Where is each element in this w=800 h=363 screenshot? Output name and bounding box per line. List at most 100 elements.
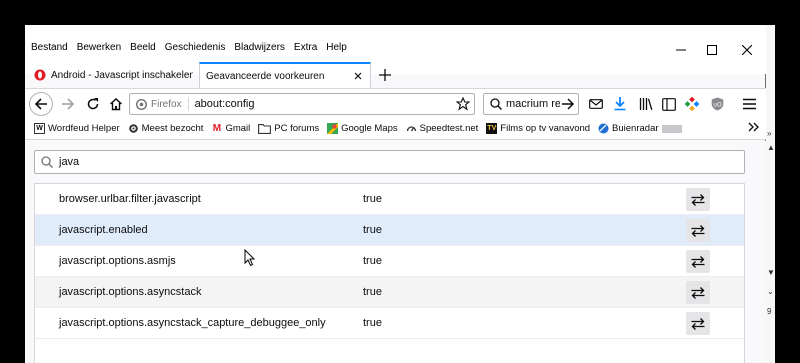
preference-search-field[interactable]: java — [34, 150, 745, 174]
bookmark-label: Gmail — [225, 123, 251, 134]
forward-button[interactable] — [56, 92, 80, 116]
identity-box[interactable]: Firefox — [130, 97, 189, 111]
downloads-button[interactable] — [610, 94, 630, 114]
email-link-button[interactable] — [586, 94, 606, 114]
arrow-left-icon — [34, 98, 47, 110]
menu-bewerken[interactable]: Bewerken — [77, 42, 121, 53]
close-window-button[interactable] — [731, 39, 763, 61]
chevron-double-right-icon[interactable] — [748, 121, 760, 133]
go-arrow-icon[interactable] — [561, 97, 575, 111]
preference-search-input[interactable]: java — [59, 156, 79, 168]
minimize-icon — [676, 49, 686, 51]
tab-geavanceerde-voorkeuren[interactable]: Geavanceerde voorkeuren — [199, 62, 371, 88]
pref-row[interactable]: javascript.options.asyncstack_capture_de… — [35, 308, 744, 339]
pref-name: javascript.enabled — [59, 224, 148, 236]
shield-icon: uO — [711, 97, 723, 111]
bookmark-label: Speedtest.net — [419, 123, 479, 134]
toggle-arrows-icon — [691, 317, 705, 330]
bookmark-buienradar[interactable]: Buienradar — [598, 123, 682, 134]
bookmark-pc-forums[interactable]: PC forums — [258, 123, 319, 134]
menu-beeld[interactable]: Beeld — [130, 42, 156, 53]
pref-value: true — [363, 255, 382, 267]
gear-icon — [128, 124, 138, 133]
tab-strip: Android - Javascript inschakelen Geavanc… — [25, 62, 766, 88]
close-tab-icon[interactable] — [352, 70, 364, 82]
tab-title: Geavanceerde voorkeuren — [206, 70, 325, 82]
library-icon — [639, 98, 653, 110]
svg-text:uO: uO — [713, 102, 722, 109]
tab-title: Android - Javascript inschakelen — [51, 69, 193, 81]
mouse-cursor-icon — [244, 249, 256, 267]
home-button[interactable] — [104, 92, 128, 116]
maps-icon — [327, 123, 339, 134]
toggle-button[interactable] — [686, 250, 710, 273]
ublock-button[interactable]: uO — [707, 94, 727, 114]
gmail-icon: M — [212, 123, 222, 134]
toggle-button[interactable] — [686, 188, 710, 211]
minimize-button[interactable] — [665, 39, 697, 61]
background-window-glyph: ▼ — [767, 268, 775, 277]
opera-favicon-icon — [34, 69, 46, 81]
pref-name: javascript.options.asyncstack_capture_de… — [59, 317, 326, 329]
bookmark-label: Google Maps — [341, 123, 398, 134]
pref-name: javascript.options.asmjs — [59, 255, 176, 267]
hamburger-menu-icon — [742, 98, 756, 110]
menu-bestand[interactable]: Bestand — [31, 42, 68, 53]
firefox-logo-icon — [136, 98, 147, 110]
menu-geschiedenis[interactable]: Geschiedenis — [165, 42, 226, 53]
maximize-button[interactable] — [696, 39, 728, 61]
search-bar[interactable]: macrium reflect — [483, 93, 579, 115]
pref-name: javascript.options.asyncstack — [59, 286, 202, 298]
colorful-extension-icon — [685, 97, 699, 111]
about-config-page: java browser.urlbar.filter.javascript tr… — [25, 141, 766, 363]
buienradar-icon — [598, 123, 609, 134]
mail-icon — [589, 99, 603, 109]
sidebar-button[interactable] — [659, 94, 679, 114]
pref-row[interactable]: javascript.options.asyncstack true — [35, 277, 744, 308]
sidebar-icon — [662, 97, 676, 111]
toggle-button[interactable] — [686, 219, 710, 242]
bookmark-label: Buienradar — [612, 123, 659, 134]
open-menu-button[interactable] — [739, 94, 759, 114]
menu-help[interactable]: Help — [326, 42, 347, 53]
pref-row[interactable]: javascript.enabled true — [35, 215, 744, 246]
bookmark-label: Meest bezocht — [141, 123, 204, 134]
search-input[interactable]: macrium reflect — [502, 98, 560, 110]
menu-bar: Bestand Bewerken Beeld Geschiedenis Blad… — [31, 42, 347, 53]
new-tab-button[interactable] — [375, 65, 395, 85]
blurred-region — [661, 124, 682, 133]
bookmark-label: PC forums — [274, 123, 320, 134]
bookmark-star-icon[interactable] — [456, 97, 470, 111]
search-icon — [41, 156, 53, 168]
tab-android-javascript[interactable]: Android - Javascript inschakelen — [28, 62, 200, 88]
menu-extra[interactable]: Extra — [294, 42, 317, 53]
extension-button[interactable] — [682, 94, 702, 114]
pref-row[interactable]: javascript.options.asmjs true — [35, 246, 744, 277]
pref-value: true — [363, 286, 382, 298]
bookmark-label: Wordfeud Helper — [48, 123, 120, 134]
back-button[interactable] — [29, 92, 53, 116]
close-icon — [742, 45, 752, 55]
background-window-glyph: » — [767, 129, 772, 138]
bookmark-films-op-tv[interactable]: TV Films op tv vanavond — [486, 123, 590, 134]
address-bar[interactable]: Firefox about:config — [129, 93, 475, 115]
bookmark-gmail[interactable]: M Gmail — [211, 123, 250, 134]
toggle-button[interactable] — [686, 312, 710, 335]
reload-button[interactable] — [81, 92, 105, 116]
menu-bladwijzers[interactable]: Bladwijzers — [234, 42, 285, 53]
toggle-arrows-icon — [691, 224, 705, 237]
bookmark-google-maps[interactable]: Google Maps — [327, 123, 398, 134]
bookmark-meest-bezocht[interactable]: Meest bezocht — [128, 123, 204, 134]
bookmark-wordfeud-helper[interactable]: W Wordfeud Helper — [34, 123, 120, 134]
home-icon — [110, 98, 122, 111]
wordfeud-icon: W — [34, 123, 45, 134]
maximize-icon — [707, 45, 717, 55]
bookmark-label: Films op tv vanavond — [500, 123, 591, 134]
identity-label: Firefox — [151, 98, 182, 110]
bookmark-speedtest[interactable]: Speedtest.net — [406, 123, 479, 134]
bookmarks-toolbar: W Wordfeud Helper Meest bezocht M Gmail … — [25, 118, 766, 140]
library-button[interactable] — [636, 94, 656, 114]
url-text[interactable]: about:config — [189, 98, 255, 110]
toggle-button[interactable] — [686, 281, 710, 304]
pref-row[interactable]: browser.urlbar.filter.javascript true — [35, 184, 744, 215]
